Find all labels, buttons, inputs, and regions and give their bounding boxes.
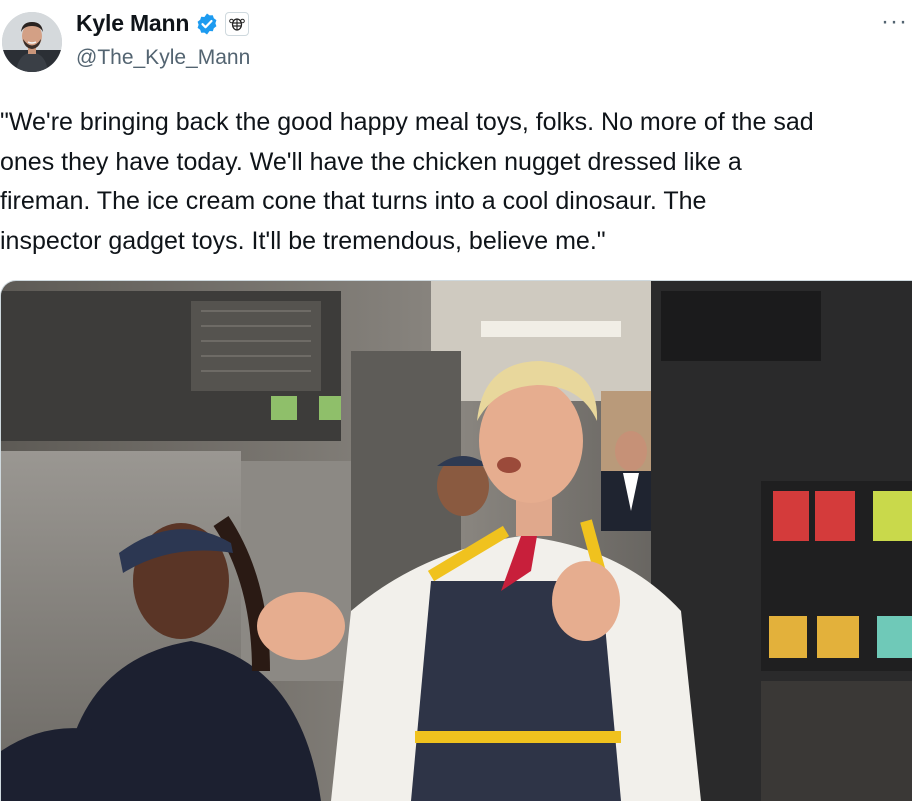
tweet-media-video[interactable]	[0, 280, 912, 801]
author-name-row: Kyle Mann	[76, 10, 250, 37]
tweet-text: "We're bringing back the good happy meal…	[0, 103, 912, 261]
tweet-text-line: "We're bringing back the good happy meal…	[0, 108, 814, 136]
tweet-text-line: fireman. The ice cream cone that turns i…	[0, 187, 707, 215]
tweet-text-line: inspector gadget toys. It'll be tremendo…	[0, 226, 606, 255]
avatar[interactable]	[2, 12, 62, 72]
author-display-name[interactable]: Kyle Mann	[76, 10, 189, 37]
author-handle[interactable]: @The_Kyle_Mann	[76, 46, 250, 70]
fast-food-kitchen-photo	[1, 281, 912, 801]
more-options-icon[interactable]: ···	[881, 10, 908, 34]
babylon-bee-icon[interactable]	[225, 11, 250, 36]
tweet-text-line: ones they have today. We'll have the chi…	[0, 147, 742, 176]
verified-badge-icon[interactable]	[195, 12, 219, 36]
avatar-photo	[2, 12, 62, 72]
